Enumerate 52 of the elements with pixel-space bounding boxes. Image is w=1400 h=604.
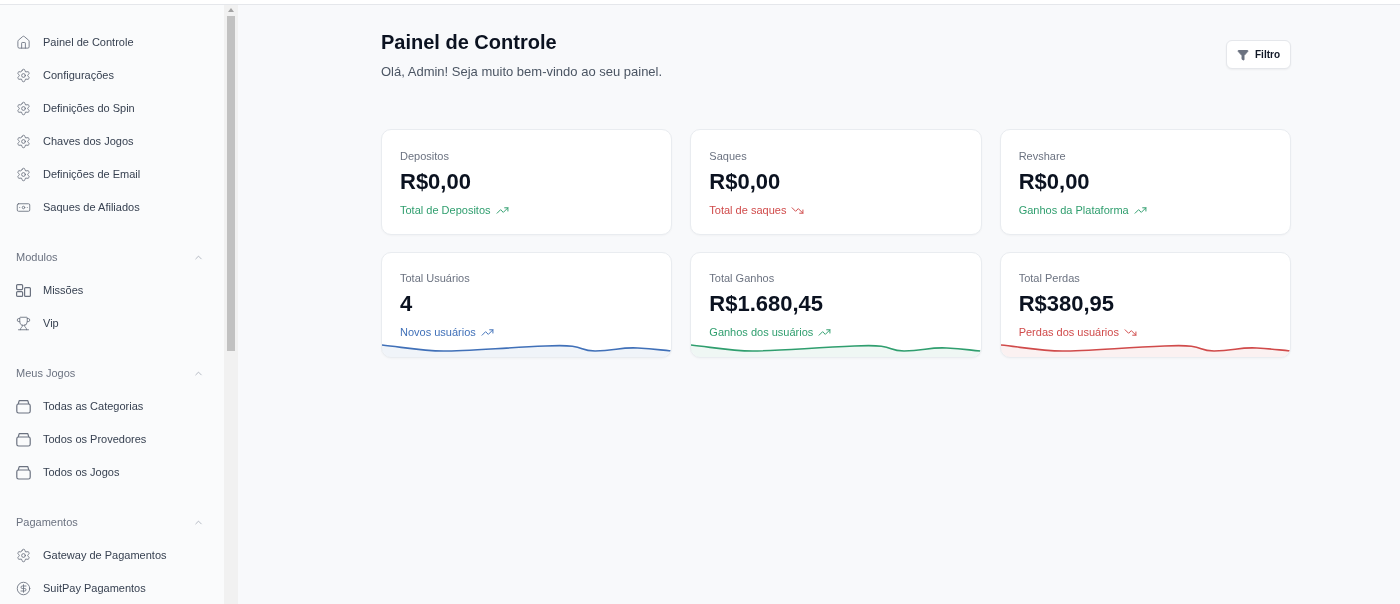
tray-icon (16, 398, 31, 414)
gear-icon (16, 133, 31, 149)
trend-caption: Novos usuários (400, 325, 476, 339)
stat-label: Revshare (1018, 149, 1066, 163)
trend-caption: Ganhos dos usuários (709, 325, 814, 339)
stat-label: Saques (709, 149, 747, 163)
sidebar-item[interactable]: Vip (0, 309, 224, 337)
filter-button[interactable]: Filtro (1226, 40, 1291, 69)
scroll-up-icon[interactable] (228, 8, 234, 12)
stat-value: R$0,00 (709, 168, 781, 196)
sidebar-item[interactable]: Todos os Jogos (0, 458, 224, 486)
dollar-coin-icon (16, 580, 31, 596)
welcome-text: Olá, Admin! Seja muito bem-vindo ao seu painel. (381, 63, 663, 81)
sidebar-item[interactable]: Definições de Email (0, 160, 224, 188)
stat-value: R$0,00 (1018, 168, 1090, 196)
section-header[interactable]: Modulos (0, 243, 224, 271)
trend-caption: Perdas dos usuários (1018, 325, 1119, 339)
sidebar-item[interactable]: Gateway de Pagamentos (0, 541, 224, 569)
sidebar-item[interactable]: Configurações (0, 61, 224, 89)
stat-value: R$380,95 (1018, 290, 1115, 318)
stat-value: 4 (400, 290, 413, 318)
trophy-icon (16, 315, 31, 331)
sidebar-item[interactable]: Todas as Categorias (0, 392, 224, 420)
trend-caption: Total de Depositos (400, 203, 491, 217)
sidebar-item[interactable]: Missões (0, 276, 224, 304)
gear-icon (16, 547, 31, 563)
tray-icon (16, 431, 31, 447)
sidebar-item[interactable]: Saques de Afiliados (0, 193, 224, 221)
sidebar-item[interactable]: Todos os Provedores (0, 425, 224, 453)
page-title: Painel de Controle (381, 30, 557, 54)
home-icon (16, 34, 31, 50)
filter-icon (1237, 48, 1249, 61)
sidebar-item[interactable]: Chaves dos Jogos (0, 127, 224, 155)
section-header[interactable]: Pagamentos (0, 508, 224, 536)
gear-icon (16, 67, 31, 83)
section-header[interactable]: Meus Jogos (0, 359, 224, 387)
stat-value: R$0,00 (400, 168, 471, 196)
stat-label: Total Perdas (1018, 271, 1080, 285)
stat-value: R$1.680,45 (709, 290, 824, 318)
layout-icon (16, 282, 31, 298)
gear-icon (16, 166, 31, 182)
stat-label: Total Ganhos (709, 271, 775, 285)
stat-label: Depositos (400, 149, 449, 163)
sidebar-item[interactable]: SuitPay Pagamentos (0, 574, 224, 602)
trend-caption: Ganhos da Plataforma (1018, 203, 1129, 217)
scrollbar-thumb[interactable] (227, 16, 235, 351)
stat-label: Total Usuários (400, 271, 470, 285)
gear-icon (16, 100, 31, 116)
tray-icon (16, 464, 31, 480)
sidebar-item[interactable]: Painel de Controle (0, 28, 224, 56)
trend-caption: Total de saques (709, 203, 787, 217)
sidebar-item[interactable]: Definições do Spin (0, 94, 224, 122)
